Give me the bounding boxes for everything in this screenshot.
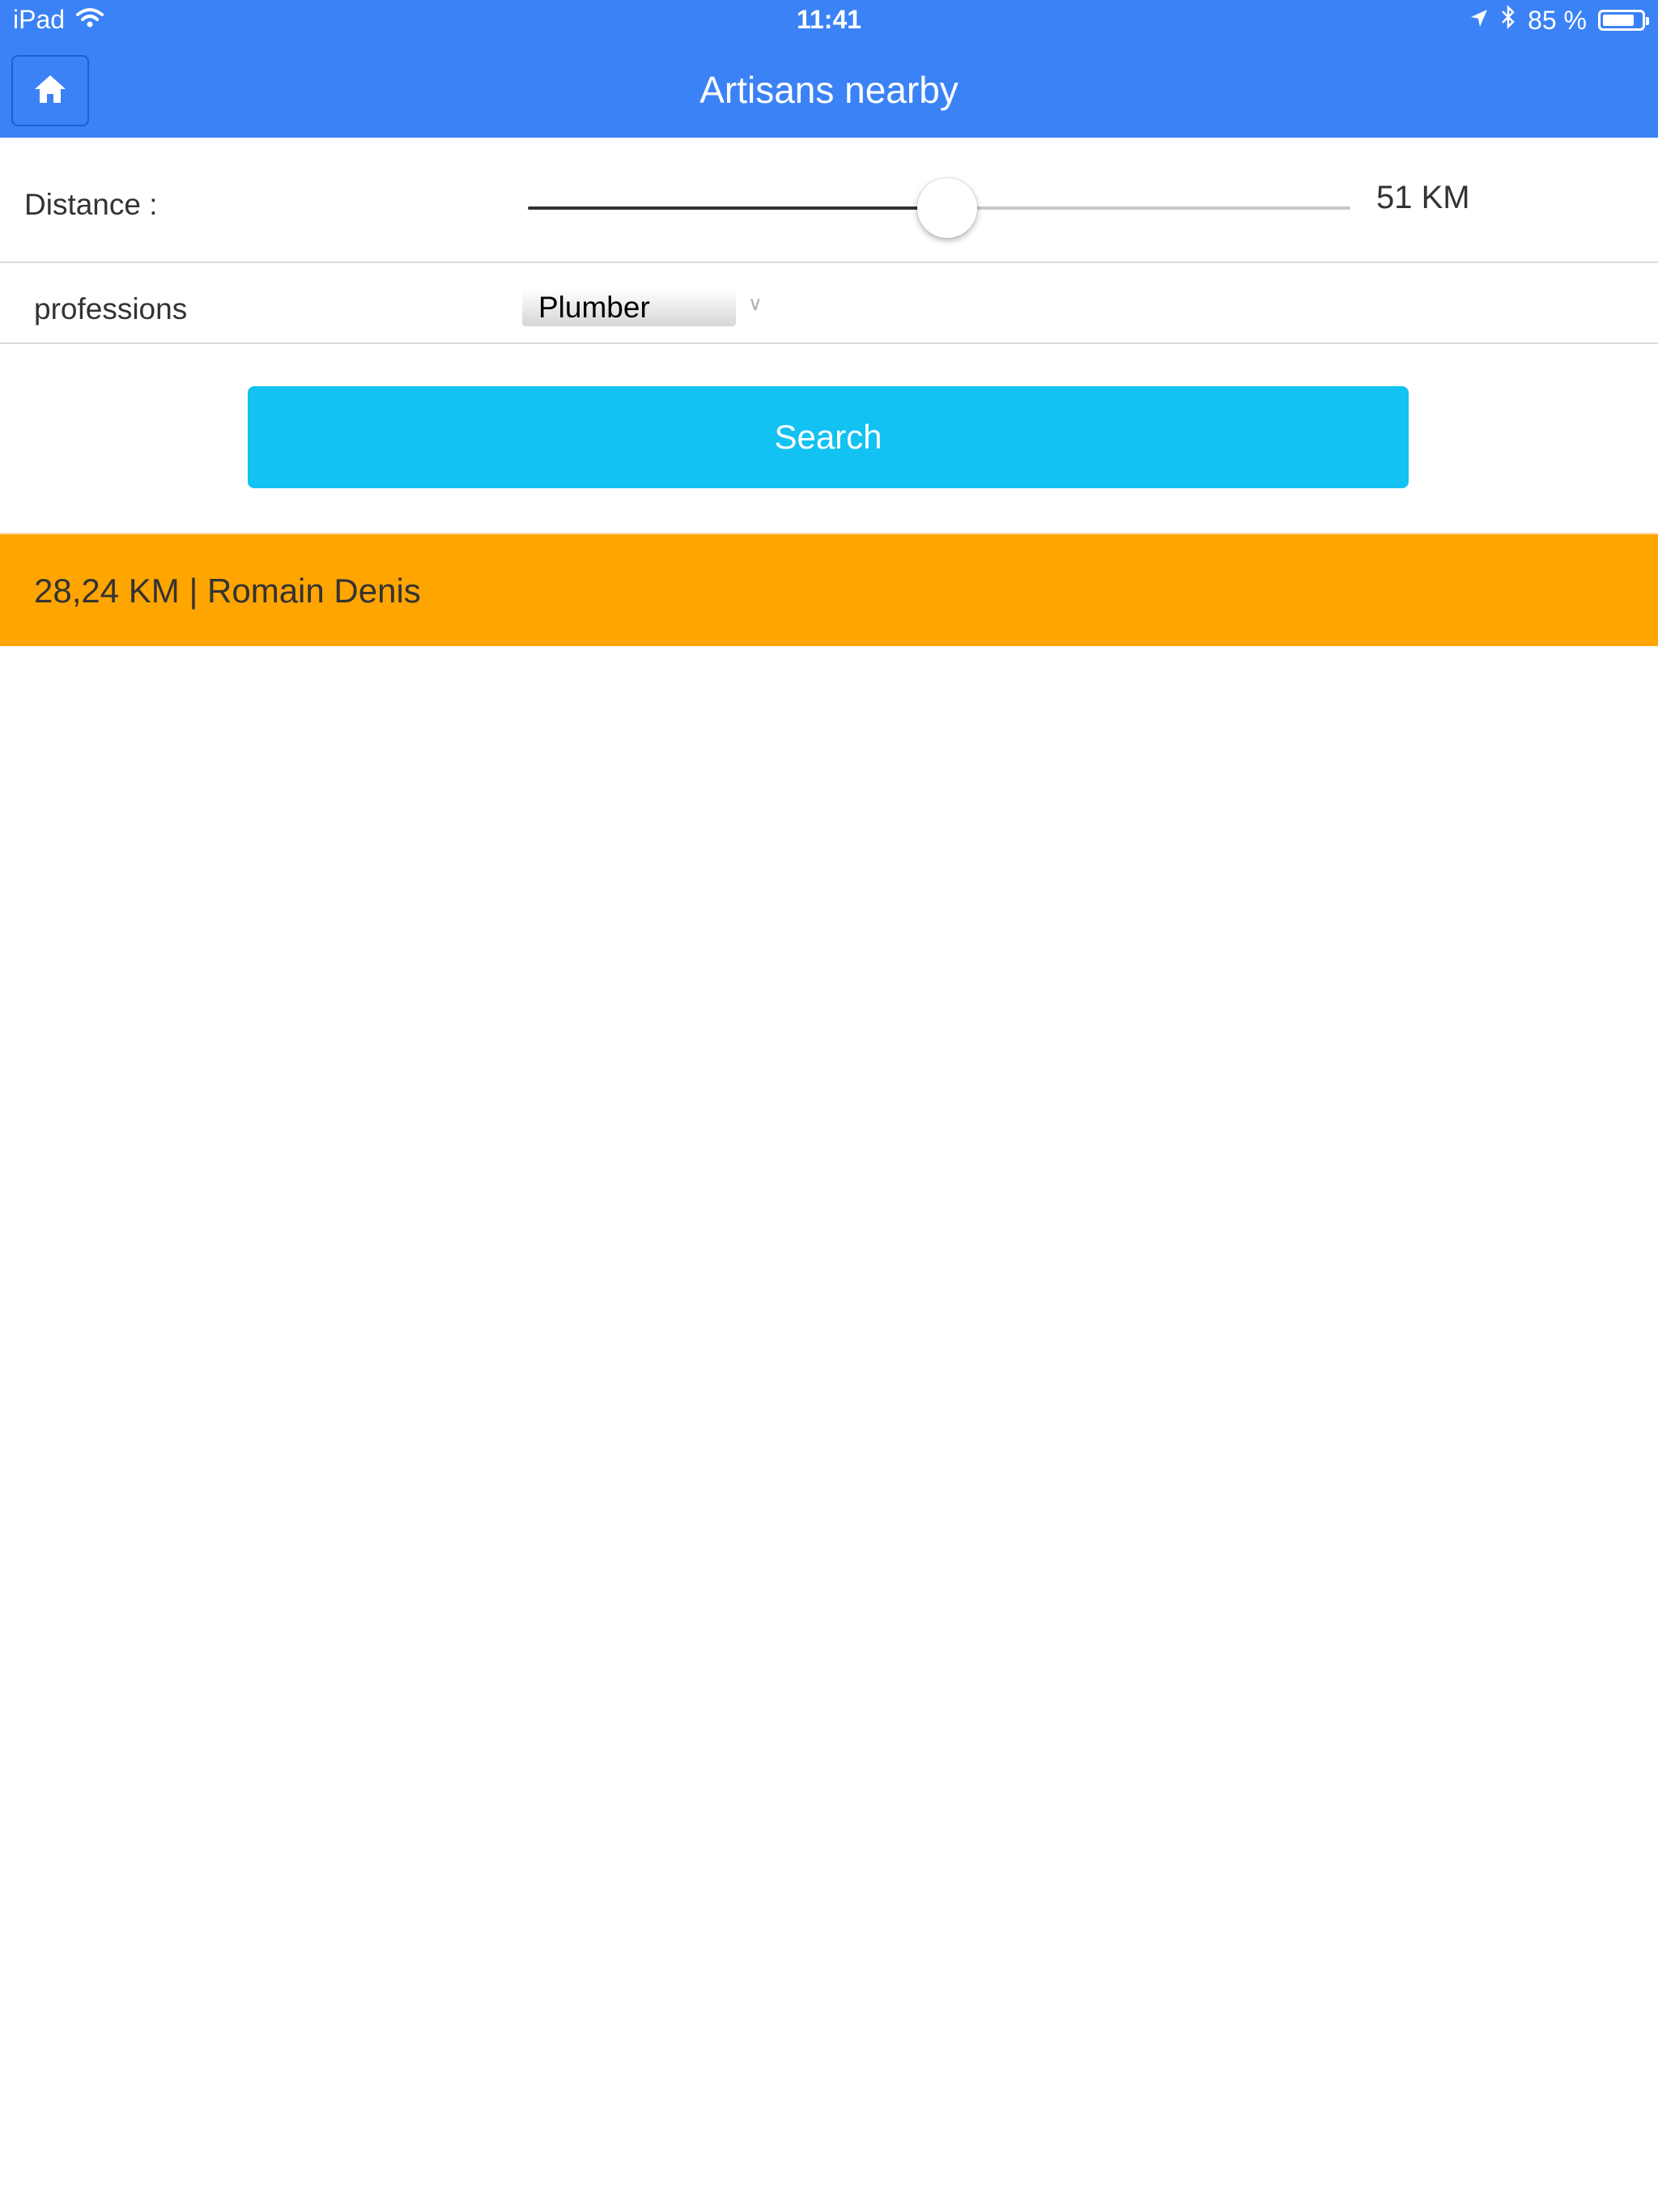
distance-slider[interactable] — [528, 178, 1350, 238]
profession-label: professions — [34, 292, 188, 325]
location-arrow-icon — [1469, 6, 1489, 36]
profession-select[interactable]: Plumber — [522, 289, 736, 326]
status-right: 85 % — [1469, 4, 1649, 36]
battery-percent: 85 % — [1528, 5, 1587, 35]
page-title: Artisans nearby — [699, 69, 959, 111]
battery-icon — [1598, 10, 1649, 31]
navigation-bar: Artisans nearby — [0, 45, 1658, 138]
distance-row: Distance : 51 KM — [0, 138, 1658, 263]
chevron-down-icon[interactable]: ∨ — [748, 292, 763, 316]
result-item-label: 28,24 KM | Romain Denis — [34, 572, 421, 610]
profession-row: professions Plumber ∨ — [0, 263, 1658, 344]
status-bar: iPad 11:41 85 % — [0, 0, 1658, 45]
status-time: 11:41 — [796, 5, 862, 34]
distance-label: Distance : — [24, 188, 158, 221]
slider-thumb[interactable] — [917, 178, 978, 238]
battery-fill — [1603, 15, 1635, 26]
bluetooth-icon — [1500, 4, 1516, 36]
slider-fill — [528, 206, 948, 210]
distance-value: 51 KM — [1376, 180, 1470, 215]
search-button[interactable]: Search — [248, 386, 1409, 488]
result-item[interactable]: 28,24 KM | Romain Denis — [0, 533, 1658, 646]
